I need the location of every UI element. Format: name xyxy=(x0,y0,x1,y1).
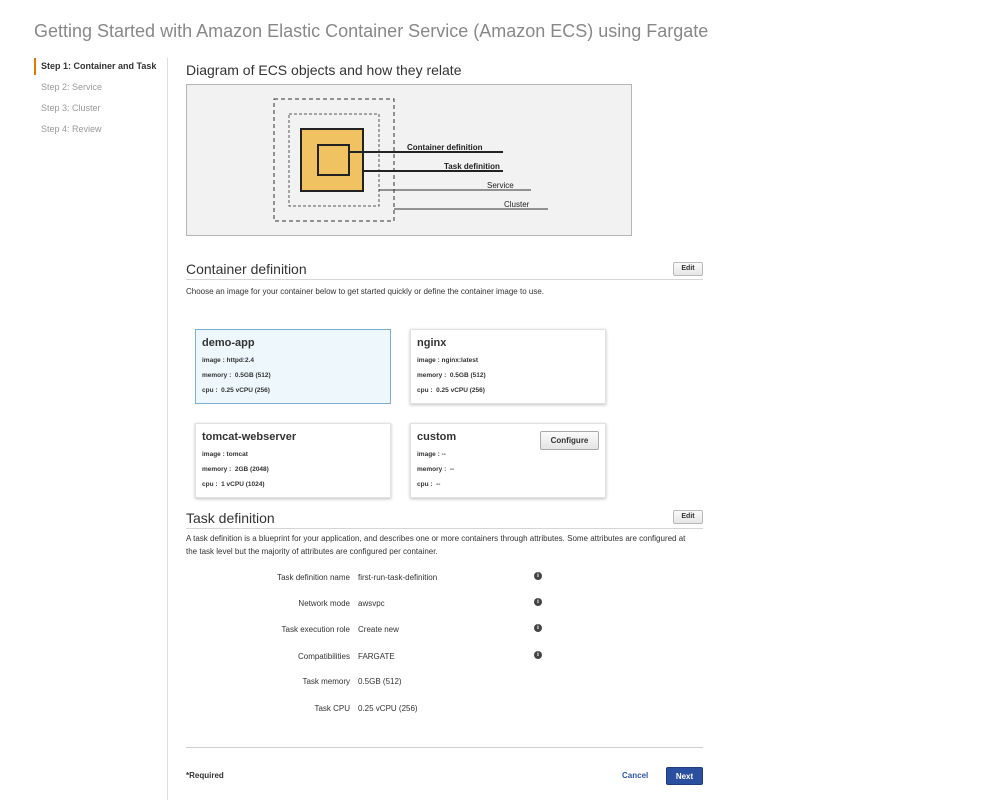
info-icon[interactable]: i xyxy=(534,651,542,659)
row-label: Network mode xyxy=(298,599,350,608)
row-label: Task execution role xyxy=(281,625,350,634)
required-note: *Required xyxy=(186,771,224,780)
container-definition-box xyxy=(317,144,350,176)
card-cpu: cpu : -- xyxy=(417,481,441,488)
row-value: FARGATE xyxy=(358,652,395,661)
page-title: Getting Started with Amazon Elastic Cont… xyxy=(34,21,709,41)
card-name: tomcat-webserver xyxy=(202,431,297,443)
info-icon[interactable]: i xyxy=(534,598,542,606)
info-icon[interactable]: i xyxy=(534,572,542,580)
container-definition-description: Choose an image for your container below… xyxy=(186,287,544,296)
cluster-label: Cluster xyxy=(504,200,530,209)
card-memory: memory : 0.5GB (512) xyxy=(202,372,271,379)
footer-divider xyxy=(186,747,703,748)
task-row-compatibilities: Compatibilities FARGATE i xyxy=(186,651,586,666)
container-card-demo-app[interactable]: demo-app image : httpd:2.4 memory : 0.5G… xyxy=(195,329,391,404)
card-cpu: cpu : 1 vCPU (1024) xyxy=(202,481,265,488)
section-rule xyxy=(186,528,703,529)
ecs-diagram: Container definition Task definition Ser… xyxy=(186,84,632,236)
task-row-memory: Task memory 0.5GB (512) xyxy=(186,677,586,691)
step-service[interactable]: Step 2: Service xyxy=(34,79,164,96)
step-container-and-task[interactable]: Step 1: Container and Task xyxy=(34,58,164,75)
row-value: Create new xyxy=(358,625,399,634)
row-value: 0.5GB (512) xyxy=(358,677,402,686)
wizard-steps: Step 1: Container and Task Step 2: Servi… xyxy=(34,58,164,142)
row-label: Task definition name xyxy=(277,573,350,582)
container-definition-heading: Container definition xyxy=(186,261,307,277)
step-review[interactable]: Step 4: Review xyxy=(34,121,164,138)
card-image: image : -- xyxy=(417,451,446,458)
diagram-heading: Diagram of ECS objects and how they rela… xyxy=(186,62,462,78)
container-card-custom[interactable]: custom Configure image : -- memory : -- … xyxy=(410,423,606,498)
task-row-cpu: Task CPU 0.25 vCPU (256) xyxy=(186,704,586,718)
row-label: Task memory xyxy=(302,677,350,686)
card-memory: memory : 0.5GB (512) xyxy=(417,372,486,379)
card-name: nginx xyxy=(417,337,447,349)
task-row-execution-role: Task execution role Create new i xyxy=(186,624,586,639)
task-row-name: Task definition name first-run-task-defi… xyxy=(186,572,586,587)
info-icon[interactable]: i xyxy=(534,624,542,632)
task-definition-edit-button[interactable]: Edit xyxy=(673,510,703,524)
section-rule xyxy=(186,279,703,280)
task-row-network-mode: Network mode awsvpc i xyxy=(186,598,586,613)
container-card-nginx[interactable]: nginx image : nginx:latest memory : 0.5G… xyxy=(410,329,606,404)
card-image: image : tomcat xyxy=(202,451,248,458)
container-definition-label: Container definition xyxy=(407,143,483,152)
card-name: demo-app xyxy=(202,337,255,349)
configure-button[interactable]: Configure xyxy=(540,431,599,450)
card-memory: memory : 2GB (2048) xyxy=(202,466,269,473)
row-value: first-run-task-definition xyxy=(358,573,438,582)
task-definition-description: A task definition is a blueprint for you… xyxy=(186,534,686,556)
card-name: custom xyxy=(417,431,457,443)
card-image: image : nginx:latest xyxy=(417,357,479,364)
container-card-tomcat-webserver[interactable]: tomcat-webserver image : tomcat memory :… xyxy=(195,423,391,498)
cancel-button[interactable]: Cancel xyxy=(622,771,648,780)
row-label: Compatibilities xyxy=(297,652,350,661)
container-definition-edit-button[interactable]: Edit xyxy=(673,262,703,276)
card-memory: memory : -- xyxy=(417,466,455,473)
row-value: 0.25 vCPU (256) xyxy=(358,704,418,713)
row-label: Task CPU xyxy=(314,704,350,713)
service-label: Service xyxy=(487,181,514,190)
task-definition-label: Task definition xyxy=(444,162,500,171)
ecs-diagram-graphic xyxy=(273,98,548,222)
next-button[interactable]: Next xyxy=(666,767,703,785)
task-definition-heading: Task definition xyxy=(186,510,275,526)
card-cpu: cpu : 0.25 vCPU (256) xyxy=(202,387,270,394)
card-image: image : httpd:2.4 xyxy=(202,357,255,364)
row-value: awsvpc xyxy=(358,599,385,608)
step-cluster[interactable]: Step 3: Cluster xyxy=(34,100,164,117)
card-cpu: cpu : 0.25 vCPU (256) xyxy=(417,387,485,394)
nav-divider xyxy=(167,58,168,800)
